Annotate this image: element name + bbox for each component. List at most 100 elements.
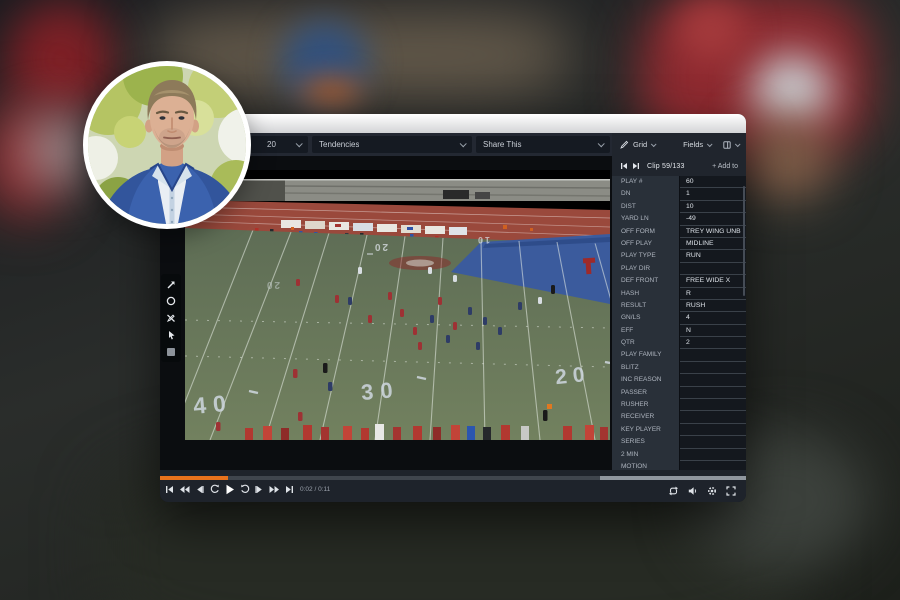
grid-field-label: QTR <box>612 337 680 349</box>
grid-row[interactable]: PLAY # 60 <box>612 176 746 188</box>
grid-field-value[interactable] <box>680 424 746 436</box>
grid-row[interactable]: DN 1 <box>612 188 746 200</box>
layout-columns-icon <box>723 141 731 149</box>
fullscreen-button[interactable] <box>726 483 736 501</box>
grid-row[interactable]: PLAY FAMILY <box>612 349 746 361</box>
layout-toggle-button[interactable] <box>723 141 739 149</box>
grid-field-value[interactable]: N <box>680 325 746 337</box>
skip-to-end-button[interactable] <box>284 483 295 495</box>
grid-row[interactable]: GN/LS 4 <box>612 312 746 324</box>
grid-field-label: PASSER <box>612 387 680 399</box>
next-clip-button[interactable] <box>632 162 640 170</box>
main-area: 20 20 10 40 30 20 <box>160 156 746 470</box>
grid-row[interactable]: OFF FORM TREY WING UNB <box>612 226 746 238</box>
replay-5-button[interactable] <box>209 483 220 495</box>
skip-to-start-button[interactable] <box>164 483 175 495</box>
grid-row[interactable]: HASH R <box>612 288 746 300</box>
grid-field-value[interactable] <box>680 362 746 374</box>
grid-row[interactable]: EFF N <box>612 325 746 337</box>
play-button[interactable] <box>224 483 235 495</box>
grid-row[interactable]: RESULT RUSH <box>612 300 746 312</box>
fast-forward-button[interactable] <box>269 483 280 495</box>
fast-rewind-icon <box>179 485 190 494</box>
grid-field-value[interactable]: FREE WIDE X <box>680 275 746 287</box>
grid-row[interactable]: PASSER <box>612 387 746 399</box>
grid-field-value[interactable]: RUN <box>680 250 746 262</box>
grid-row[interactable]: MOTION <box>612 461 746 470</box>
previous-clip-button[interactable] <box>620 162 628 170</box>
grid-field-value[interactable]: R <box>680 288 746 300</box>
grid-row[interactable]: RUSHER <box>612 399 746 411</box>
grid-row[interactable]: QTR 2 <box>612 337 746 349</box>
grid-row[interactable]: DEF FRONT FREE WIDE X <box>612 275 746 287</box>
grid-field-value[interactable]: RUSH <box>680 300 746 312</box>
grid-field-value[interactable] <box>680 387 746 399</box>
settings-button[interactable] <box>707 483 717 501</box>
hide-drawings-button[interactable] <box>166 313 177 324</box>
grid-row[interactable]: RECEIVER <box>612 411 746 423</box>
tendencies-dropdown[interactable]: Tendencies <box>312 136 472 153</box>
grid-row[interactable]: INC REASON <box>612 374 746 386</box>
background-blur-white-number <box>752 55 832 125</box>
tendencies-dropdown-label: Tendencies <box>319 140 359 149</box>
video-player[interactable]: 20 20 10 40 30 20 <box>160 156 612 470</box>
telestration-toolbar <box>161 274 181 362</box>
step-back-button[interactable] <box>194 483 205 495</box>
grid-row[interactable]: KEY PLAYER <box>612 424 746 436</box>
share-this-dropdown[interactable]: Share This <box>476 136 610 153</box>
grid-field-label: BLITZ <box>612 362 680 374</box>
grid-field-value[interactable] <box>680 449 746 461</box>
skip-start-icon <box>165 485 174 494</box>
grid-field-label: PLAY TYPE <box>612 250 680 262</box>
pointer-tool-button[interactable] <box>166 329 177 340</box>
grid-field-value[interactable]: 4 <box>680 312 746 324</box>
grid-row[interactable]: PLAY TYPE RUN <box>612 250 746 262</box>
grid-row[interactable]: 2 MIN <box>612 449 746 461</box>
grid-field-value[interactable] <box>680 263 746 275</box>
grid-field-value[interactable]: MIDLINE <box>680 238 746 250</box>
fields-menu-button[interactable]: Fields <box>683 140 711 149</box>
forward-5-button[interactable] <box>239 483 250 495</box>
grid-menu-button[interactable]: Grid <box>620 140 655 149</box>
grid-field-label: PLAY FAMILY <box>612 349 680 361</box>
grid-field-value[interactable] <box>680 411 746 423</box>
step-forward-button[interactable] <box>254 483 265 495</box>
grid-field-value[interactable]: 60 <box>680 176 746 188</box>
grid-row[interactable]: DIST 10 <box>612 201 746 213</box>
grid-field-value[interactable] <box>680 461 746 470</box>
volume-button[interactable] <box>688 483 698 501</box>
grid-field-label: HASH <box>612 288 680 300</box>
color-swatch-button[interactable] <box>166 346 177 357</box>
grid-field-value[interactable] <box>680 399 746 411</box>
background-blur-skin <box>742 120 832 200</box>
fields-menu-label: Fields <box>683 140 703 149</box>
grid-field-value[interactable] <box>680 349 746 361</box>
add-to-button[interactable]: + Add to <box>712 163 738 170</box>
grid-field-value[interactable]: 10 <box>680 201 746 213</box>
skip-next-icon <box>632 162 640 170</box>
grid-row[interactable]: PLAY DIR <box>612 263 746 275</box>
share-this-dropdown-label: Share This <box>483 140 522 149</box>
grid-field-value[interactable] <box>680 374 746 386</box>
arrow-tool-button[interactable] <box>166 279 177 290</box>
grid-horizontal-scrollbar[interactable] <box>600 476 746 480</box>
forward-arc-icon <box>240 484 250 494</box>
grid-field-value[interactable]: 1 <box>680 188 746 200</box>
grid-field-value[interactable]: 2 <box>680 337 746 349</box>
grid-field-value[interactable] <box>680 436 746 448</box>
video-frame[interactable]: 20 20 10 40 30 20 <box>185 170 610 440</box>
grid-field-value[interactable]: TREY WING UNB <box>680 226 746 238</box>
grid-field-label: PLAY # <box>612 176 680 188</box>
grid-row[interactable]: BLITZ <box>612 362 746 374</box>
sidebar-scrollbar[interactable] <box>743 186 745 296</box>
loop-button[interactable] <box>668 483 679 501</box>
grid-field-label: DEF FRONT <box>612 275 680 287</box>
seek-bar[interactable] <box>160 476 746 480</box>
grid-field-value[interactable]: -49 <box>680 213 746 225</box>
rewind-button[interactable] <box>179 483 190 495</box>
grid-row[interactable]: YARD LN -49 <box>612 213 746 225</box>
circle-tool-button[interactable] <box>166 296 177 307</box>
grid-row[interactable]: SERIES <box>612 436 746 448</box>
grid-row[interactable]: OFF PLAY MIDLINE <box>612 238 746 250</box>
far-yard-number: 20 <box>265 279 280 290</box>
